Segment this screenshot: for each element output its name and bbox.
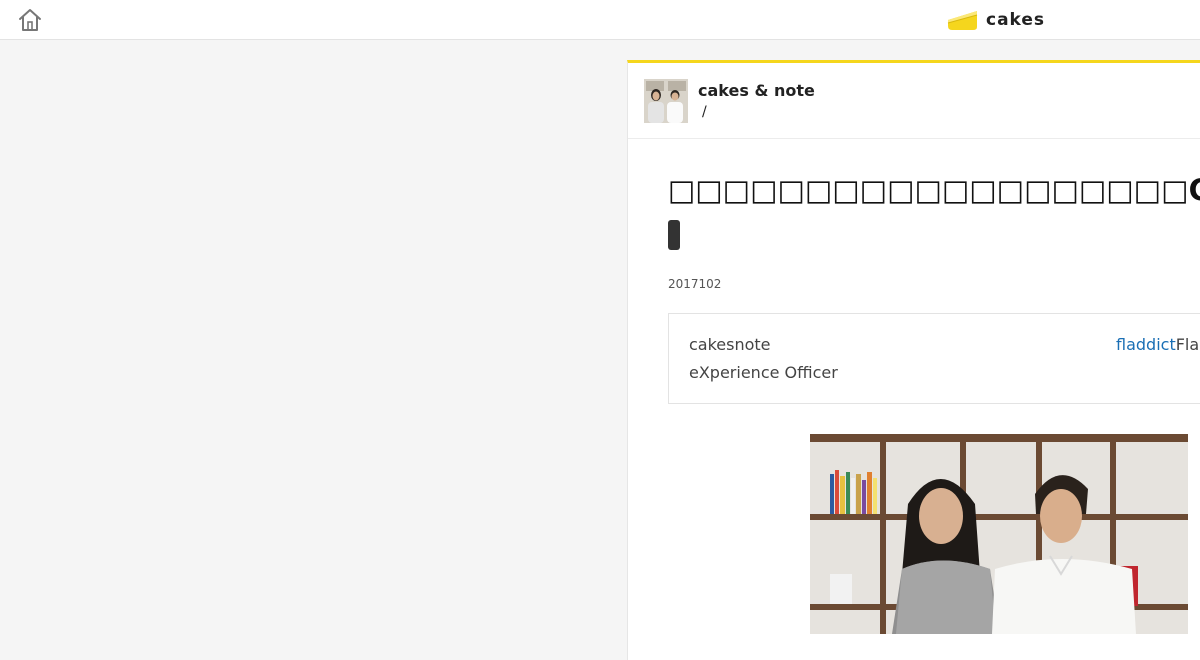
- article-title: □□□□□□□□□□□□□□□□□□□CXO□□□□□□□: [668, 173, 1200, 207]
- home-icon: [19, 9, 41, 31]
- summary-link-rest: Fla: [1175, 335, 1200, 354]
- summary-line-2: eXperience Officer: [689, 363, 838, 382]
- title-badge: [668, 220, 680, 250]
- logo-text: cakes: [986, 10, 1046, 30]
- cakes-logo[interactable]: cakes: [946, 6, 1045, 34]
- home-button[interactable]: [17, 8, 43, 32]
- author-name[interactable]: cakes & note: [698, 81, 815, 100]
- author-subtitle: /: [702, 104, 707, 120]
- article-panel: cakes & note / □□□□□□□□□□□□□□□□□□□CXO□□□…: [627, 60, 1200, 660]
- fladdict-link[interactable]: fladdictFla: [1116, 335, 1199, 354]
- summary-line-1: cakesnote: [689, 335, 771, 354]
- article-photo: [810, 434, 1188, 634]
- author-bar: cakes & note /: [628, 63, 1200, 139]
- cake-icon: [947, 11, 978, 30]
- fladdict-link-text[interactable]: fladdict: [1116, 335, 1176, 354]
- top-bar: cakes: [0, 0, 1200, 40]
- summary-box: cakesnote eXperience Officer fladdictFla: [668, 313, 1200, 404]
- author-avatar[interactable]: [644, 79, 688, 123]
- publish-date: 2017102: [668, 277, 722, 291]
